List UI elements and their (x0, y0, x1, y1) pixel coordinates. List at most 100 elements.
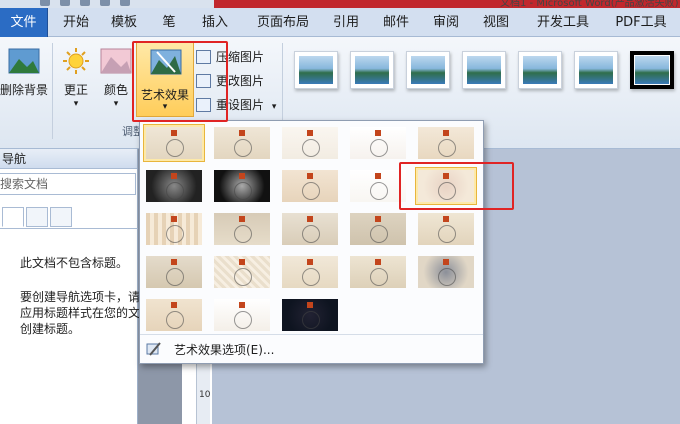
effect-preview-mark (239, 130, 245, 136)
effect-preview-ring (370, 268, 388, 286)
effect-preview-mark (239, 302, 245, 308)
corrections-dropdown-arrow: ▾ (73, 99, 79, 109)
picture-style-4[interactable] (462, 51, 506, 89)
effect-preview-ring (302, 268, 320, 286)
artistic-effect-thumbnail[interactable] (143, 253, 205, 291)
tab-pen[interactable]: 笔 (154, 8, 184, 37)
picture-style-preview (523, 56, 557, 84)
artistic-effect-thumbnail[interactable] (279, 167, 341, 205)
remove-background-button[interactable]: 删除背景 (0, 47, 48, 98)
print-icon[interactable] (100, 0, 110, 6)
remove-background-icon (8, 48, 40, 74)
picture-style-preview (579, 56, 613, 84)
tab-developer[interactable]: 开发工具 (530, 8, 596, 37)
effect-preview-ring (438, 225, 456, 243)
artistic-effect-thumbnail[interactable] (347, 167, 409, 205)
color-label: 颜色 (103, 83, 128, 97)
help-text-line-3: 创建标题。 (20, 322, 81, 336)
artistic-effects-button[interactable]: 艺术效果 ▾ (136, 41, 194, 117)
effect-preview-mark (171, 302, 177, 308)
artistic-effect-thumbnail[interactable] (415, 253, 477, 291)
navigation-title: 导航 (0, 149, 137, 169)
artistic-effect-thumbnail[interactable] (143, 296, 205, 334)
artistic-effect-thumbnail[interactable] (211, 253, 273, 291)
artistic-effect-thumbnail[interactable] (415, 167, 477, 205)
tab-references[interactable]: 引用 (326, 8, 366, 37)
change-picture-button[interactable]: 更改图片 (194, 71, 264, 91)
picture-style-2[interactable] (350, 51, 394, 89)
artistic-effect-thumbnail[interactable] (415, 124, 477, 162)
effect-preview-mark (171, 216, 177, 222)
undo-icon[interactable] (60, 0, 70, 6)
picture-style-preview (355, 56, 389, 84)
artistic-options-icon (146, 342, 161, 356)
picture-style-3[interactable] (406, 51, 450, 89)
tab-review[interactable]: 审阅 (426, 8, 466, 37)
change-picture-label: 更改图片 (216, 74, 265, 88)
artistic-effect-thumbnail[interactable] (279, 253, 341, 291)
artistic-effect-thumbnail[interactable] (347, 210, 409, 248)
effect-preview-ring (234, 225, 252, 243)
artistic-effect-thumbnail[interactable] (347, 253, 409, 291)
effect-preview-mark (171, 259, 177, 265)
artistic-effect-thumbnail[interactable] (279, 296, 341, 334)
artistic-effect-thumbnail[interactable] (211, 296, 273, 334)
compress-pictures-button[interactable]: 压缩图片 (194, 47, 264, 67)
search-document-input[interactable]: 搜索文档 (0, 173, 136, 195)
effect-preview-ring (166, 182, 184, 200)
tab-mailings[interactable]: 邮件 (376, 8, 416, 37)
artistic-effect-thumbnail[interactable] (279, 124, 341, 162)
effect-preview-mark (443, 259, 449, 265)
tab-pages[interactable] (26, 207, 48, 227)
artistic-effect-thumbnail[interactable] (279, 210, 341, 248)
artistic-effect-thumbnail[interactable] (211, 210, 273, 248)
artistic-effects-gallery: 艺术效果选项(E)... (139, 120, 484, 364)
effect-preview-ring (438, 182, 456, 200)
effect-preview-mark (171, 130, 177, 136)
no-headings-message: 此文档不包含标题。 (20, 256, 129, 270)
artistic-effect-thumbnail[interactable] (211, 167, 273, 205)
tab-view[interactable]: 视图 (476, 8, 516, 37)
corrections-label: 更正 (63, 83, 88, 97)
picture-style-5[interactable] (518, 51, 562, 89)
effect-preview-ring (302, 182, 320, 200)
artistic-effects-options-item[interactable]: 艺术效果选项(E)... (140, 334, 483, 362)
effect-preview-mark (307, 259, 313, 265)
artistic-effect-thumbnail[interactable] (143, 210, 205, 248)
effect-preview-mark (307, 216, 313, 222)
reset-picture-label: 重设图片 (216, 98, 265, 112)
picture-style-7[interactable] (630, 51, 674, 89)
effect-preview-mark (375, 130, 381, 136)
artistic-effect-thumbnail[interactable] (211, 124, 273, 162)
quick-access-toolbar[interactable] (40, 0, 130, 8)
tab-home[interactable]: 开始 (56, 8, 96, 37)
redo-icon[interactable] (80, 0, 90, 6)
effect-preview-ring (302, 225, 320, 243)
artistic-effect-thumbnail[interactable] (347, 124, 409, 162)
save-icon[interactable] (40, 0, 50, 6)
reset-picture-button[interactable]: 重设图片 ▾ (194, 95, 276, 115)
effect-preview-ring (370, 182, 388, 200)
color-button[interactable]: 颜色 ▾ (98, 47, 134, 110)
remove-background-label: 删除背景 (0, 83, 49, 97)
tab-headings[interactable] (2, 207, 24, 227)
corrections-button[interactable]: 更正 ▾ (58, 47, 94, 110)
tab-insert[interactable]: 插入 (194, 8, 236, 37)
tab-file[interactable]: 文件 (0, 8, 48, 37)
artistic-effect-thumbnail[interactable] (143, 124, 205, 162)
tab-page-layout[interactable]: 页面布局 (250, 8, 316, 37)
ribbon-tabs: 文件 开始 模板 笔 插入 页面布局 引用 邮件 审阅 视图 开发工具 PDF工… (0, 8, 680, 37)
artistic-effect-thumbnail[interactable] (415, 210, 477, 248)
effect-preview-ring (166, 139, 184, 157)
ribbon-separator (52, 43, 53, 139)
picture-style-6[interactable] (574, 51, 618, 89)
customize-icon[interactable] (120, 0, 130, 6)
effect-preview-ring (438, 268, 456, 286)
picture-style-1[interactable] (294, 51, 338, 89)
tab-results[interactable] (50, 207, 72, 227)
artistic-effect-thumbnail[interactable] (143, 167, 205, 205)
tab-templates[interactable]: 模板 (104, 8, 144, 37)
reset-dropdown-arrow: ▾ (271, 102, 277, 112)
tab-pdf-tools[interactable]: PDF工具 (606, 8, 676, 37)
effect-preview-ring (234, 182, 252, 200)
